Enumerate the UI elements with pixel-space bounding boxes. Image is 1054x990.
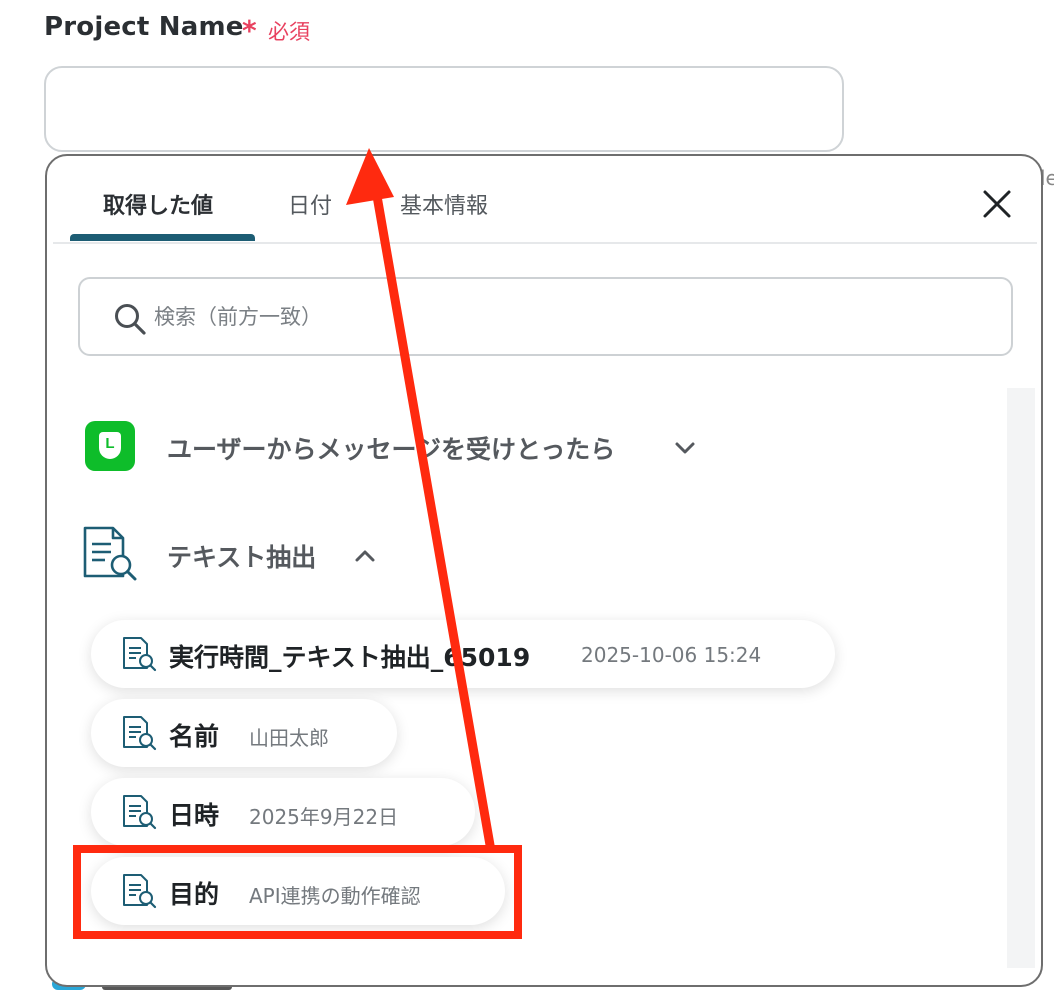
document-search-icon bbox=[123, 874, 157, 909]
value-preview: API連携の動作確認 bbox=[249, 884, 421, 908]
group-label: テキスト抽出 bbox=[167, 543, 317, 572]
value-chip-purpose[interactable]: 目的 API連携の動作確認 bbox=[91, 857, 505, 925]
chevron-down-icon bbox=[675, 442, 695, 454]
document-search-icon bbox=[123, 637, 157, 672]
document-search-icon bbox=[123, 795, 157, 830]
value-preview: 山田太郎 bbox=[249, 726, 329, 750]
search-input[interactable] bbox=[154, 299, 954, 335]
required-mark: * bbox=[242, 14, 257, 47]
value-chip-execution-time[interactable]: 実行時間_テキスト抽出_65019 2025-10-06 15:24 bbox=[91, 620, 835, 688]
group-label: ユーザーからメッセージを受けとったら bbox=[167, 435, 616, 464]
search-box bbox=[78, 277, 1013, 356]
project-name-input[interactable] bbox=[44, 66, 844, 152]
tab-divider bbox=[53, 242, 1037, 244]
tab-date[interactable]: 日付 bbox=[288, 188, 332, 220]
required-text: 必須 bbox=[268, 20, 310, 44]
value-chip-name[interactable]: 名前 山田太郎 bbox=[91, 699, 397, 767]
tab-bar: 取得した値 日付 基本情報 bbox=[47, 156, 1041, 246]
group-text-extraction[interactable]: テキスト抽出 bbox=[47, 532, 947, 592]
close-icon bbox=[983, 190, 1011, 218]
value-preview: 2025-10-06 15:24 bbox=[581, 643, 762, 667]
chevron-up-icon bbox=[355, 550, 375, 562]
tab-retrieved-values[interactable]: 取得した値 bbox=[103, 188, 213, 220]
value-name: 日時 bbox=[169, 801, 220, 830]
value-chip-datetime[interactable]: 日時 2025年9月22日 bbox=[91, 778, 475, 846]
value-name: 実行時間_テキスト抽出_65019 bbox=[169, 643, 531, 672]
value-preview: 2025年9月22日 bbox=[249, 805, 399, 829]
tab-basic-info[interactable]: 基本情報 bbox=[400, 188, 488, 220]
search-icon bbox=[115, 304, 146, 335]
group-line-message-trigger[interactable]: ユーザーからメッセージを受けとったら bbox=[47, 424, 947, 484]
document-search-icon bbox=[123, 716, 157, 751]
value-name: 名前 bbox=[169, 722, 220, 751]
value-name: 目的 bbox=[169, 880, 220, 909]
active-tab-indicator bbox=[70, 234, 255, 241]
field-label: Project Name bbox=[44, 12, 244, 42]
scrollbar[interactable] bbox=[1007, 388, 1035, 968]
value-picker-panel: 取得した値 日付 基本情報 L ユーザーからメッセージを受けとったら bbox=[45, 154, 1043, 987]
close-button[interactable] bbox=[979, 186, 1015, 222]
